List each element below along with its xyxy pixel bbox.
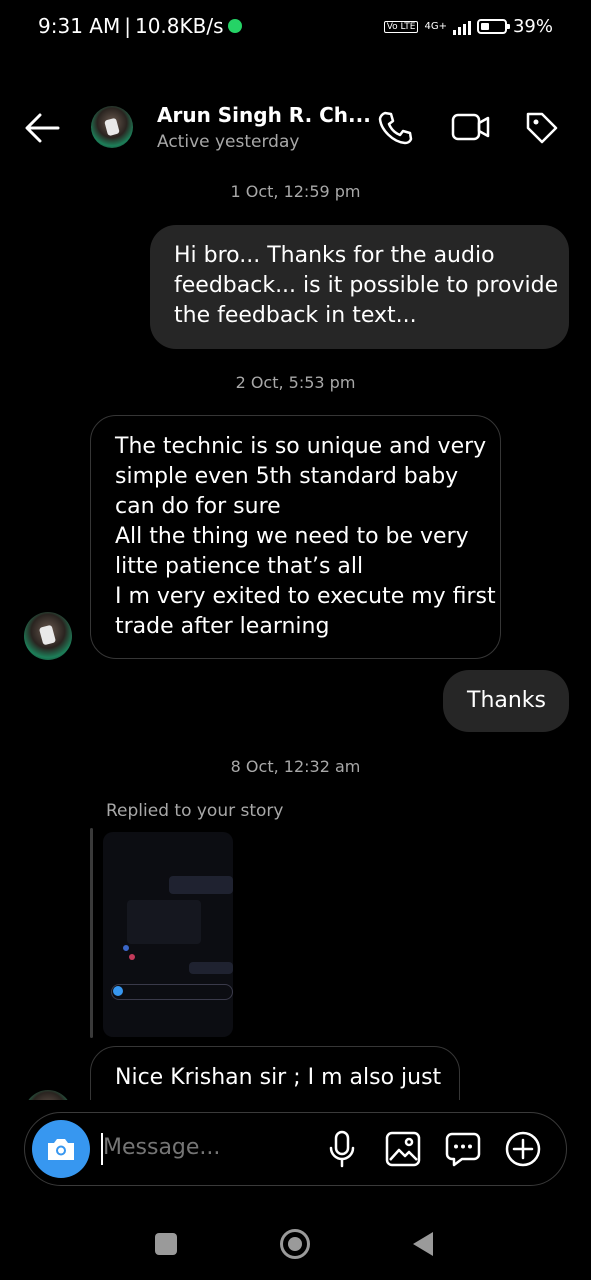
status-speed: 10.8KB/s [134, 14, 224, 38]
message-line: trade after learning [115, 614, 330, 639]
message-line: The technic is so unique and very [115, 434, 487, 459]
home-button[interactable] [280, 1229, 310, 1259]
message-line: can do for sure [115, 494, 281, 519]
message-line: simple even 5th standard baby [115, 464, 459, 489]
contact-name[interactable]: Arun Singh R. Ch... [157, 103, 371, 127]
recent-apps-button[interactable] [155, 1233, 177, 1255]
tag-icon[interactable] [524, 110, 560, 146]
outgoing-message[interactable]: Thanks [443, 670, 569, 732]
message-line: All the thing we need to be very [115, 524, 469, 549]
sender-avatar[interactable] [24, 612, 72, 660]
story-reply-label: Replied to your story [106, 801, 284, 821]
timestamp: 2 Oct, 5:53 pm [235, 373, 356, 392]
video-camera-icon[interactable] [451, 110, 491, 144]
signal-icon [452, 19, 471, 35]
network-type: 4G+ [424, 20, 447, 32]
status-right: Vo LTE 4G+ 39% [383, 16, 553, 37]
message-input[interactable] [103, 1135, 303, 1160]
message-line: the feedback in text... [174, 303, 417, 328]
battery-icon [476, 19, 510, 34]
message-line: Thanks [467, 688, 547, 713]
message-line: feedback... is it possible to provide [174, 273, 559, 298]
volte-icon: Vo LTE [383, 20, 419, 33]
timestamp: 1 Oct, 12:59 pm [230, 182, 361, 201]
incoming-message[interactable]: The technic is so unique and very simple… [90, 415, 501, 659]
message-clip: Nice Krishan sir ; I m also just [0, 1040, 591, 1100]
reply-bar [90, 828, 93, 1038]
outgoing-message[interactable]: Hi bro... Thanks for the audio feedback.… [150, 225, 569, 349]
battery-level: 39% [512, 16, 553, 37]
avatar[interactable] [91, 106, 133, 148]
gallery-icon[interactable] [385, 1131, 421, 1167]
timestamp: 8 Oct, 12:32 am [230, 757, 361, 776]
plus-icon[interactable] [505, 1131, 541, 1167]
status-bar: 9:31 AM | 10.8KB/s Vo LTE 4G+ 39% [0, 0, 591, 56]
contact-status: Active yesterday [157, 132, 300, 152]
message-line: I m very exited to execute my first [115, 584, 496, 609]
phone-icon[interactable] [377, 110, 413, 146]
status-time-row: 9:31 AM | 10.8KB/s [38, 14, 242, 38]
message-line: Hi bro... Thanks for the audio [174, 243, 495, 268]
microphone-icon[interactable] [328, 1130, 356, 1168]
sticker-chat-icon[interactable] [445, 1131, 481, 1167]
message-line: litte patience that’s all [115, 554, 364, 579]
message-line: Nice Krishan sir ; I m also just [115, 1065, 442, 1090]
back-button[interactable] [413, 1232, 433, 1256]
back-arrow-icon[interactable] [24, 112, 60, 144]
story-thumbnail[interactable] [103, 832, 233, 1037]
camera-icon [48, 1139, 74, 1160]
whatsapp-icon [227, 18, 242, 33]
status-time: 9:31 AM [38, 14, 121, 38]
sender-avatar[interactable] [24, 1090, 72, 1100]
camera-button[interactable] [32, 1120, 90, 1178]
incoming-message[interactable]: Nice Krishan sir ; I m also just [90, 1046, 460, 1100]
